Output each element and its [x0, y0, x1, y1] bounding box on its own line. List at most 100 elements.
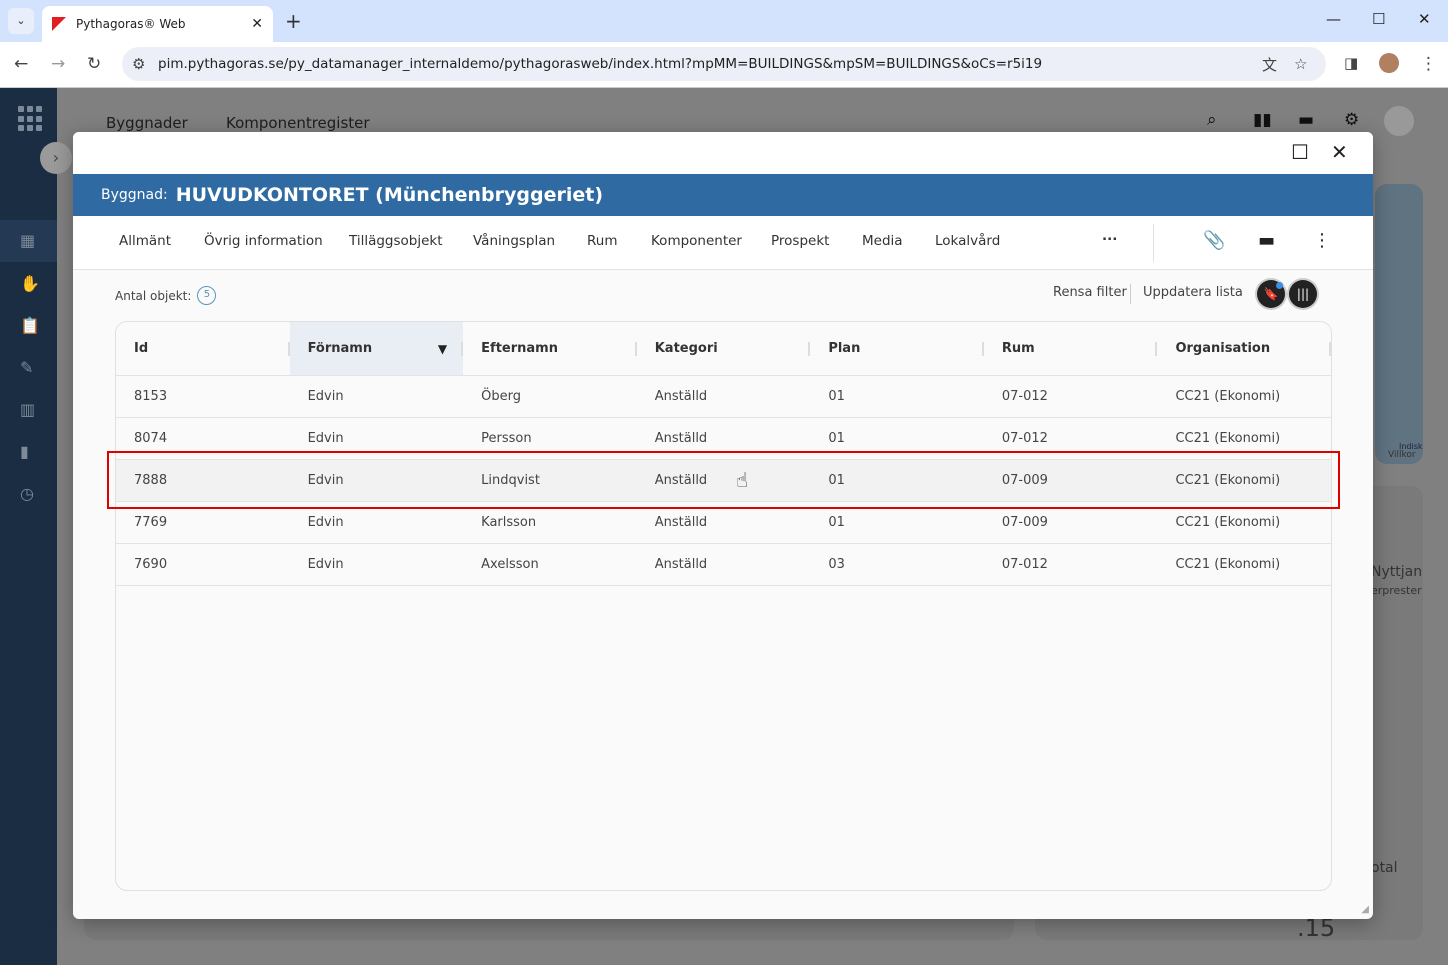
- back-button[interactable]: ←: [14, 54, 28, 74]
- tab-ovrig-information[interactable]: Övrig information: [204, 233, 323, 249]
- new-tab-button[interactable]: +: [285, 9, 302, 33]
- clear-filter-button[interactable]: Rensa filter: [1053, 285, 1127, 300]
- bookmark-star-icon[interactable]: ☆: [1294, 55, 1307, 73]
- bg-map-panel: Indisk Villkor: [1375, 184, 1423, 464]
- column-header-organisation[interactable]: Organisation: [1157, 322, 1331, 375]
- more-vert-icon[interactable]: ⋮: [1313, 230, 1331, 251]
- tab-lokalvard[interactable]: Lokalvård: [935, 233, 1000, 249]
- reload-button[interactable]: ↻: [87, 54, 101, 74]
- table-row[interactable]: 8153 Edvin Öberg Anställd 01 07-012 CC21 (Ekon…: [116, 376, 1331, 418]
- tab-tillaggsobjekt[interactable]: Tilläggsobjekt: [349, 233, 443, 249]
- bookmark-filter-button[interactable]: 🔖: [1257, 280, 1285, 308]
- favicon-icon: [52, 17, 66, 31]
- bg-text: Nyttjan: [1371, 564, 1423, 580]
- apps-grid-icon[interactable]: [18, 106, 44, 132]
- tab-media[interactable]: Media: [862, 233, 903, 249]
- bg-text: otal: [1371, 860, 1398, 876]
- filter-icon[interactable]: ▼: [438, 342, 447, 356]
- tab-komponenter[interactable]: Komponenter: [651, 233, 742, 249]
- site-info-icon[interactable]: ⚙: [132, 55, 145, 73]
- close-modal-button[interactable]: ✕: [1331, 140, 1348, 164]
- cell-id: 7769: [134, 515, 168, 530]
- header-label: Byggnad:: [101, 187, 168, 203]
- cell-efternamn: Karlsson: [481, 515, 537, 530]
- browser-menu-icon[interactable]: ⋮: [1420, 54, 1437, 74]
- count-label: Antal objekt:: [115, 288, 192, 303]
- city-icon[interactable]: ▥: [20, 400, 35, 419]
- more-tabs-button[interactable]: ...: [1102, 228, 1117, 244]
- update-list-button[interactable]: Uppdatera lista: [1143, 285, 1243, 300]
- cell-organisation: CC21 (Ekonomi): [1175, 557, 1281, 572]
- columns-button[interactable]: |||: [1289, 280, 1317, 308]
- tab-allmant[interactable]: Allmänt: [119, 233, 171, 249]
- building-icon[interactable]: ▦: [20, 231, 35, 250]
- column-header-kategori[interactable]: Kategori: [637, 322, 811, 375]
- close-tab-icon[interactable]: ✕: [251, 16, 263, 32]
- search-icon: ⌕: [1207, 110, 1217, 130]
- app-sidebar: ▦ ✋ 📋 ✎ ▥ ▮ ◷: [0, 88, 57, 965]
- list-toolbar: Antal objekt: 5 Rensa filter Uppdatera l…: [73, 270, 1373, 320]
- tab-rum[interactable]: Rum: [587, 233, 617, 249]
- minimize-button[interactable]: —: [1326, 10, 1341, 28]
- cell-fornamn: Edvin: [307, 473, 344, 488]
- building-modal: ☐ ✕ Byggnad: HUVUDKONTORET (Münchenbrygg…: [73, 132, 1373, 919]
- url-text: pim.pythagoras.se/py_datamanager_interna…: [158, 56, 1043, 72]
- cell-efternamn: Öberg: [481, 389, 522, 404]
- column-header-rum[interactable]: Rum: [984, 322, 1158, 375]
- table-row[interactable]: 7769 Edvin Karlsson Anställd 01 07-009 CC21 (E…: [116, 502, 1331, 544]
- browser-tab[interactable]: Pythagoras® Web ✕: [42, 6, 273, 42]
- modal-header: Byggnad: HUVUDKONTORET (Münchenbryggerie…: [73, 174, 1373, 216]
- close-window-button[interactable]: ✕: [1418, 10, 1431, 28]
- gear-icon: ⚙: [1344, 110, 1360, 130]
- column-header-plan[interactable]: Plan: [810, 322, 984, 375]
- resize-handle[interactable]: ◢: [1361, 904, 1369, 915]
- chat-icon: ▬: [1298, 110, 1315, 130]
- cell-kategori: Anställd: [654, 389, 708, 404]
- handshake-icon[interactable]: ✋: [20, 274, 40, 293]
- table-row[interactable]: 7888 Edvin Lindqvist Anställd 01 07-009 CC21 (…: [116, 460, 1331, 502]
- attachment-icon[interactable]: 📎: [1203, 230, 1225, 251]
- maximize-modal-button[interactable]: ☐: [1291, 140, 1309, 164]
- cell-fornamn: Edvin: [307, 431, 344, 446]
- tab-search-button[interactable]: ⌄: [8, 8, 34, 34]
- cell-efternamn: Lindqvist: [481, 473, 540, 488]
- cell-kategori: Anställd: [654, 473, 708, 488]
- side-panel-icon[interactable]: ◨: [1344, 54, 1358, 72]
- tab-prospekt[interactable]: Prospekt: [771, 233, 829, 249]
- user-avatar-icon: [1384, 106, 1414, 136]
- forward-button[interactable]: →: [51, 54, 65, 74]
- modal-tabs: Allmänt Övrig information Tilläggsobjekt…: [73, 216, 1373, 270]
- cell-organisation: CC21 (Ekonomi): [1175, 389, 1281, 404]
- column-label: Förnamn: [307, 341, 373, 356]
- tab-vaningsplan[interactable]: Våningsplan: [473, 233, 555, 249]
- cell-kategori: Anställd: [654, 515, 708, 530]
- cell-organisation: CC21 (Ekonomi): [1175, 515, 1281, 530]
- tab-title: Pythagoras® Web: [76, 17, 186, 31]
- brush-icon[interactable]: ✎: [20, 358, 33, 377]
- cell-plan: 01: [828, 515, 845, 530]
- cell-fornamn: Edvin: [307, 515, 344, 530]
- count-badge: 5: [197, 286, 217, 305]
- column-header-efternamn[interactable]: Efternamn: [463, 322, 637, 375]
- url-input[interactable]: ⚙ pim.pythagoras.se/py_datamanager_inter…: [122, 47, 1326, 81]
- profile-avatar[interactable]: [1379, 53, 1399, 73]
- clock-icon[interactable]: ◷: [20, 484, 34, 503]
- cell-plan: 01: [828, 473, 845, 488]
- map-terms-link: Villkor: [1388, 450, 1416, 460]
- cell-plan: 01: [828, 389, 845, 404]
- table-row[interactable]: 8074 Edvin Persson Anställd 01 07-012 CC21 (Ek…: [116, 418, 1331, 460]
- cell-organisation: CC21 (Ekonomi): [1175, 473, 1281, 488]
- column-header-fornamn[interactable]: Förnamn ▼: [289, 322, 464, 375]
- building-title: HUVUDKONTORET (Münchenbryggeriet): [175, 184, 603, 206]
- cell-organisation: CC21 (Ekonomi): [1175, 431, 1281, 446]
- maximize-button[interactable]: ☐: [1372, 10, 1385, 28]
- sidebar-expand-button[interactable]: ›: [40, 142, 72, 174]
- table-row[interactable]: 7690 Edvin Axelsson Anställd 03 07-012 CC21 (E…: [116, 544, 1331, 586]
- comment-icon[interactable]: ▬: [1258, 230, 1275, 251]
- column-header-id[interactable]: Id: [116, 322, 290, 375]
- bg-nav-komponentregister: Komponentregister: [226, 114, 370, 132]
- clipboard-icon[interactable]: 📋: [20, 316, 40, 335]
- translate-icon[interactable]: 文: [1262, 54, 1277, 75]
- bg-nav-byggnader: Byggnader: [106, 114, 188, 132]
- chart-icon[interactable]: ▮: [20, 442, 29, 461]
